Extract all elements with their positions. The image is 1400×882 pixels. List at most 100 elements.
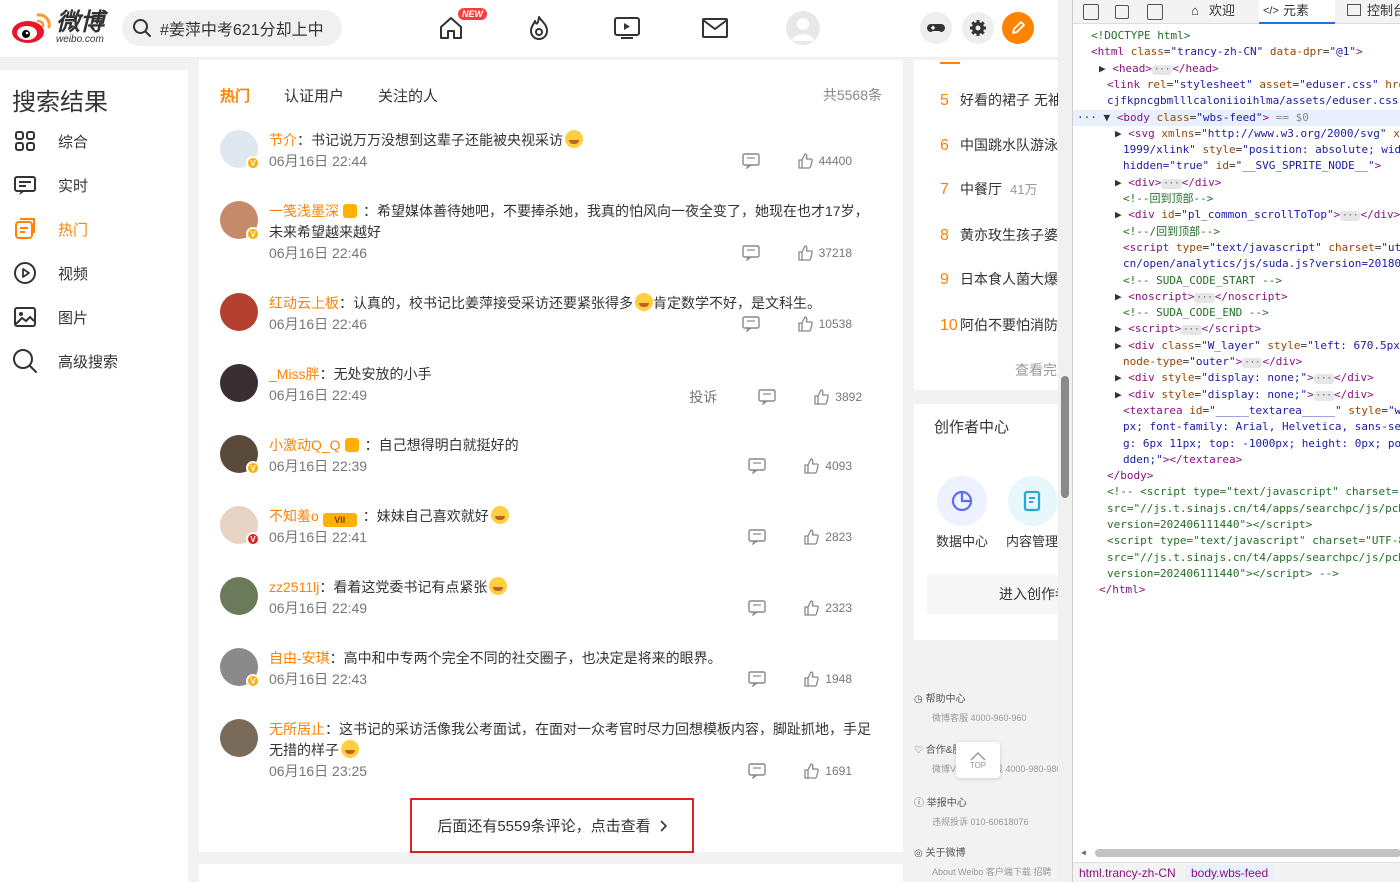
- dom-tree-node[interactable]: <!-- SUDA_CODE_END -->: [1073, 305, 1400, 321]
- reply-icon[interactable]: [741, 153, 761, 169]
- dom-tree-node[interactable]: version=202406111440"></script>: [1073, 517, 1400, 533]
- dom-tree-node[interactable]: ▶ <div style="display: none;"> ··· </div>: [1073, 387, 1400, 403]
- reply-icon[interactable]: [757, 389, 777, 405]
- reply-icon[interactable]: [741, 316, 761, 332]
- enter-creator-center-button[interactable]: 进入创作者中心: [927, 574, 1058, 614]
- footer-about[interactable]: ◎ 关于微博 About Weibo 客户端下载 招聘: [914, 844, 1058, 878]
- video-nav-icon[interactable]: [613, 14, 641, 42]
- search-box[interactable]: #姜萍中考621分却上中: [122, 10, 342, 46]
- dom-tree-node[interactable]: ··· ▼ <body class="wbs-feed"> == $0: [1073, 109, 1400, 126]
- dom-tree-node[interactable]: ▶ <div class="W_layer" style="left: 670.…: [1073, 338, 1400, 354]
- reply-icon[interactable]: [741, 245, 761, 261]
- commenter-avatar[interactable]: [220, 364, 258, 402]
- dom-tree-node[interactable]: <script type="text/javascript" charset="…: [1073, 533, 1400, 549]
- reply-icon[interactable]: [747, 529, 767, 545]
- devtools-tab-console[interactable]: 控制台: [1343, 0, 1400, 24]
- dom-tree-node[interactable]: dden;"></textarea>: [1073, 452, 1400, 468]
- hot-search-item[interactable]: 5 好看的裙子 无袖: [940, 90, 1058, 110]
- commenter-avatar[interactable]: [220, 577, 258, 615]
- devtools-tab-elements[interactable]: </> 元素: [1259, 0, 1335, 24]
- dom-tree-node[interactable]: px; font-family: Arial, Helvetica, sans-…: [1073, 419, 1400, 435]
- commenter-name[interactable]: zz2511lj: [269, 579, 319, 595]
- like-button[interactable]: 2823: [803, 529, 852, 545]
- like-button[interactable]: 44400: [797, 153, 852, 169]
- dom-tree-node[interactable]: ▶ <svg xmlns="http://www.w3.org/2000/svg…: [1073, 126, 1400, 142]
- dom-tree-node[interactable]: </html>: [1073, 582, 1400, 598]
- commenter-avatar[interactable]: [220, 719, 258, 757]
- page-scrollbar-thumb[interactable]: [1061, 376, 1069, 498]
- like-button[interactable]: 4093: [803, 458, 852, 474]
- reply-icon[interactable]: [747, 671, 767, 687]
- dom-tree-node[interactable]: version=202406111440"></script> -->: [1073, 566, 1400, 582]
- search-input[interactable]: #姜萍中考621分却上中: [160, 16, 324, 40]
- breadcrumb-html[interactable]: html.trancy-zh-CN: [1079, 865, 1176, 881]
- dom-tree-node[interactable]: <textarea id="_____textarea_____" style=…: [1073, 403, 1400, 419]
- commenter-name[interactable]: 无所居止: [269, 721, 325, 737]
- tab-verified-users[interactable]: 认证用户: [284, 85, 344, 106]
- hot-fire-icon[interactable]: [525, 14, 553, 42]
- hot-search-item[interactable]: 8 黄亦玫生孩子婆婆: [940, 225, 1058, 245]
- tab-following[interactable]: 关注的人: [378, 85, 438, 106]
- like-button[interactable]: 2323: [803, 600, 852, 616]
- report-link[interactable]: 投诉: [689, 387, 717, 407]
- like-button[interactable]: 1948: [803, 671, 852, 687]
- dom-tree-node[interactable]: <!-- <script type="text/javascript" char…: [1073, 484, 1400, 500]
- commenter-name[interactable]: 红动云上板: [269, 295, 339, 311]
- dom-tree-node[interactable]: <!--回到顶部-->: [1073, 191, 1400, 207]
- dom-tree-node[interactable]: src="//js.t.sinajs.cn/t4/apps/searchpc/j…: [1073, 501, 1400, 517]
- hot-search-item[interactable]: 6 中国跳水队游泳比: [940, 135, 1058, 155]
- like-button[interactable]: 3892: [813, 389, 862, 405]
- dom-tree-node[interactable]: g: 6px 11px; top: -1000px; height: 0px; …: [1073, 436, 1400, 452]
- dom-tree-horizontal-scrollbar[interactable]: [1095, 849, 1400, 857]
- data-center-icon[interactable]: [937, 476, 987, 526]
- reply-icon[interactable]: [747, 458, 767, 474]
- back-to-top-button[interactable]: TOP: [956, 742, 1000, 778]
- commenter-name[interactable]: 不知羞o: [269, 508, 319, 524]
- dom-tree-node[interactable]: node-type="outer"> ··· </div>: [1073, 354, 1400, 370]
- settings-gear-icon[interactable]: [962, 12, 994, 44]
- data-center-label[interactable]: 数据中心: [936, 531, 988, 550]
- hot-search-item[interactable]: 10阿伯不要怕消防员: [940, 315, 1058, 335]
- dom-tree-node[interactable]: 1999/xlink" style="position: absolute; w…: [1073, 142, 1400, 158]
- commenter-name[interactable]: 自由-安琪: [269, 650, 330, 666]
- user-avatar[interactable]: [786, 11, 820, 45]
- like-button[interactable]: 10538: [797, 316, 852, 332]
- commenter-name[interactable]: 一笺浅墨深: [269, 203, 339, 219]
- like-button[interactable]: 37218: [797, 245, 852, 261]
- dom-tree-node[interactable]: cn/open/analytics/js/suda.js?version=201…: [1073, 256, 1400, 272]
- sidebar-item-video[interactable]: 视频: [12, 259, 88, 287]
- more-comments-button[interactable]: 后面还有5559条评论，点击查看: [410, 798, 694, 853]
- content-management-icon[interactable]: [1008, 476, 1058, 526]
- footer-report-center[interactable]: ⓘ 举报中心 违规投诉 010-60618076: [914, 794, 1058, 828]
- dom-tree-node[interactable]: <html class="trancy-zh-CN" data-dpr="@1"…: [1073, 44, 1400, 60]
- tab-hot[interactable]: 热门: [220, 85, 250, 106]
- dom-tree-node[interactable]: <!-- SUDA_CODE_START -->: [1073, 273, 1400, 289]
- dom-tree-node[interactable]: src="//js.t.sinajs.cn/t4/apps/searchpc/j…: [1073, 550, 1400, 566]
- dom-tree-node[interactable]: ▶ <div id="pl_common_scrollToTop"> ··· </d…: [1073, 207, 1400, 223]
- sidebar-item-advanced-search[interactable]: 高级搜索: [12, 347, 118, 375]
- dom-tree-node[interactable]: <!DOCTYPE html>: [1073, 28, 1400, 44]
- like-button[interactable]: 1691: [803, 763, 852, 779]
- dom-tree-node[interactable]: ▶ <head> ··· </head>: [1073, 61, 1400, 77]
- commenter-name[interactable]: _Miss胖: [269, 366, 320, 382]
- devtools-tab-welcome[interactable]: ⌂ 欢迎: [1185, 0, 1261, 24]
- dom-tree-node[interactable]: ▶ <noscript> ··· </noscript>: [1073, 289, 1400, 305]
- dom-tree-node[interactable]: <script type="text/javascript" charset="…: [1073, 240, 1400, 256]
- scroll-left-arrow-icon[interactable]: ◀: [1081, 848, 1086, 857]
- sidebar-item-realtime[interactable]: 实时: [12, 171, 88, 199]
- sidebar-item-hot[interactable]: 热门: [12, 215, 88, 243]
- dom-tree-node[interactable]: ▶ <div style="display: none;"> ··· </div>: [1073, 370, 1400, 386]
- content-management-label[interactable]: 内容管理: [1006, 531, 1058, 550]
- commenter-avatar[interactable]: [220, 293, 258, 331]
- dom-tree-node[interactable]: </body>: [1073, 468, 1400, 484]
- compose-edit-icon[interactable]: [1002, 12, 1034, 44]
- dock-side-icon[interactable]: [1147, 4, 1163, 20]
- breadcrumb-body[interactable]: body.wbs-feed: [1185, 865, 1275, 881]
- hot-search-item[interactable]: 7 中餐厅 41万: [940, 179, 1058, 199]
- footer-help-center[interactable]: ◷ 帮助中心 微博客服 4000-960-960: [914, 690, 1058, 724]
- sidebar-item-images[interactable]: 图片: [12, 303, 88, 331]
- dom-tree-node[interactable]: cjfkpncgbmlllcaloniioihlma/assets/eduser…: [1073, 93, 1400, 109]
- dom-tree-node[interactable]: ▶ <script> ··· </script>: [1073, 321, 1400, 337]
- dom-tree-node[interactable]: hidden="true" id="__SVG_SPRITE_NODE__">: [1073, 158, 1400, 174]
- reply-icon[interactable]: [747, 600, 767, 616]
